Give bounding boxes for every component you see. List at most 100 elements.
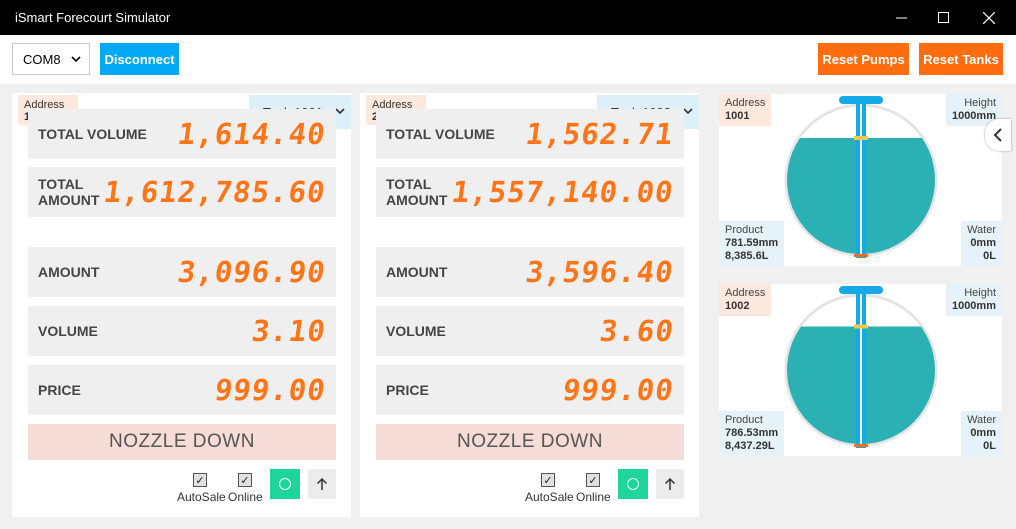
tank-probe-core	[860, 104, 862, 256]
price-row: PRICE 999.00	[376, 365, 684, 415]
tank-panel: Address 1001 Height 1000mm Product 781.5…	[711, 84, 1016, 529]
tank-address-label: Address	[725, 97, 766, 109]
tank-address-value: 1002	[725, 300, 750, 312]
chevron-left-icon	[993, 128, 1002, 142]
lift-nozzle-button[interactable]	[308, 469, 336, 499]
nozzle-toggle-button[interactable]	[270, 469, 300, 499]
tank-water-float	[854, 444, 868, 447]
pump-panel-2: Address 2 Tank 1002 TOTAL VOLUME 1,562.7…	[360, 93, 699, 517]
price-label: PRICE	[386, 382, 429, 398]
total-amount-label: TOTAL AMOUNT	[386, 176, 448, 208]
price-label: PRICE	[38, 382, 81, 398]
tank-product-level: 781.59mm	[725, 237, 779, 249]
tank-water-level: 0mm	[970, 427, 996, 439]
tank-address-value: 1001	[725, 110, 750, 122]
close-icon	[983, 11, 995, 24]
total-volume-value: 1,562.71	[523, 117, 677, 151]
circle-icon	[627, 478, 639, 490]
tank-address-label: Address	[725, 287, 766, 299]
nozzle-toggle-button[interactable]	[618, 469, 648, 499]
tank-product-label: Product	[725, 414, 763, 426]
tank-water-badge: Water 0mm 0L	[961, 411, 1002, 456]
minimize-button[interactable]	[878, 0, 924, 35]
tank-height-label: Height	[964, 287, 996, 299]
collapse-panel-button[interactable]	[985, 119, 1011, 151]
total-amount-value: 1,557,140.00	[450, 175, 677, 209]
autosale-label: AutoSale	[177, 490, 226, 504]
autosale-checkbox[interactable]: ✓	[541, 473, 555, 487]
volume-value: 3.60	[597, 314, 677, 348]
tank-probe-head	[839, 96, 883, 104]
volume-row: VOLUME 3.60	[376, 306, 684, 356]
lift-nozzle-button[interactable]	[656, 469, 684, 499]
maximize-button[interactable]	[920, 0, 966, 35]
nozzle-status: NOZZLE DOWN	[28, 424, 336, 460]
tank-product-float	[854, 324, 868, 329]
tank-product-level: 786.53mm	[725, 427, 779, 439]
tank-water-badge: Water 0mm 0L	[961, 221, 1002, 266]
online-checkbox[interactable]: ✓	[586, 473, 600, 487]
client-area: COM8 Disconnect Reset Pumps Reset Tanks …	[0, 35, 1016, 529]
volume-label: VOLUME	[38, 323, 98, 339]
amount-value: 3,596.40	[523, 255, 677, 289]
tank-product-float	[854, 136, 868, 140]
amount-row: AMOUNT 3,596.40	[376, 247, 684, 297]
tank-probe-core	[860, 294, 862, 446]
online-checkbox[interactable]: ✓	[238, 473, 252, 487]
total-volume-row: TOTAL VOLUME 1,562.71	[376, 109, 684, 159]
circle-icon	[279, 478, 291, 490]
com-port-value: COM8	[23, 51, 61, 67]
amount-row: AMOUNT 3,096.90	[28, 247, 336, 297]
price-row: PRICE 999.00	[28, 365, 336, 415]
window-title: iSmart Forecourt Simulator	[15, 10, 171, 25]
tank-product-volume: 8,385.6L	[725, 250, 769, 262]
title-bar: iSmart Forecourt Simulator	[0, 0, 1016, 35]
volume-label: VOLUME	[386, 323, 446, 339]
tank-water-label: Water	[967, 414, 996, 426]
arrow-up-icon	[664, 477, 676, 490]
tank-product-volume: 8,437.29L	[725, 440, 775, 452]
chevron-down-icon	[335, 108, 345, 115]
amount-label: AMOUNT	[38, 264, 100, 280]
app-window: iSmart Forecourt Simulator COM8 Disconne…	[0, 0, 1016, 529]
tank-product-badge: Product 781.59mm 8,385.6L	[719, 221, 785, 266]
nozzle-status: NOZZLE DOWN	[376, 424, 684, 460]
autosale-label: AutoSale	[525, 490, 574, 504]
total-amount-value: 1,612,785.60	[102, 175, 329, 209]
volume-row: VOLUME 3.10	[28, 306, 336, 356]
total-amount-label: TOTAL AMOUNT	[38, 176, 100, 208]
tank-water-level: 0mm	[970, 237, 996, 249]
maximize-icon	[937, 12, 949, 23]
reset-pumps-button[interactable]: Reset Pumps	[818, 43, 909, 75]
tank-product-badge: Product 786.53mm 8,437.29L	[719, 411, 785, 456]
tank-water-float	[854, 254, 868, 257]
amount-value: 3,096.90	[175, 255, 329, 289]
reset-tanks-button[interactable]: Reset Tanks	[919, 43, 1003, 75]
tank-height-label: Height	[964, 97, 996, 109]
com-port-select[interactable]: COM8	[12, 43, 90, 75]
tank-probe-head	[839, 286, 883, 294]
total-volume-label: TOTAL VOLUME	[38, 126, 147, 142]
amount-label: AMOUNT	[386, 264, 448, 280]
autosale-checkbox[interactable]: ✓	[193, 473, 207, 487]
total-amount-row: TOTAL AMOUNT 1,557,140.00	[376, 167, 684, 217]
minimize-icon	[895, 17, 907, 19]
price-value: 999.00	[560, 373, 677, 407]
arrow-up-icon	[316, 477, 328, 490]
tank-water-volume: 0L	[983, 250, 996, 262]
tank-product-label: Product	[725, 224, 763, 236]
chevron-down-icon	[71, 56, 81, 63]
volume-value: 3.10	[249, 314, 329, 348]
online-label: Online	[228, 490, 263, 504]
tank-address-badge: Address 1001	[719, 94, 772, 126]
tank-card-2: Address 1002 Height 1000mm Product 786.5…	[719, 284, 1002, 456]
tank-height-badge: Height 1000mm	[945, 284, 1002, 316]
disconnect-button[interactable]: Disconnect	[100, 43, 179, 75]
pump-panel-1: Address 1 Tank 1001 TOTAL VOLUME 1,614.4…	[12, 93, 351, 517]
close-button[interactable]	[966, 0, 1012, 35]
toolbar: COM8 Disconnect Reset Pumps Reset Tanks	[0, 35, 1016, 84]
total-volume-label: TOTAL VOLUME	[386, 126, 495, 142]
total-volume-row: TOTAL VOLUME 1,614.40	[28, 109, 336, 159]
tank-address-badge: Address 1002	[719, 284, 772, 316]
total-volume-value: 1,614.40	[175, 117, 329, 151]
